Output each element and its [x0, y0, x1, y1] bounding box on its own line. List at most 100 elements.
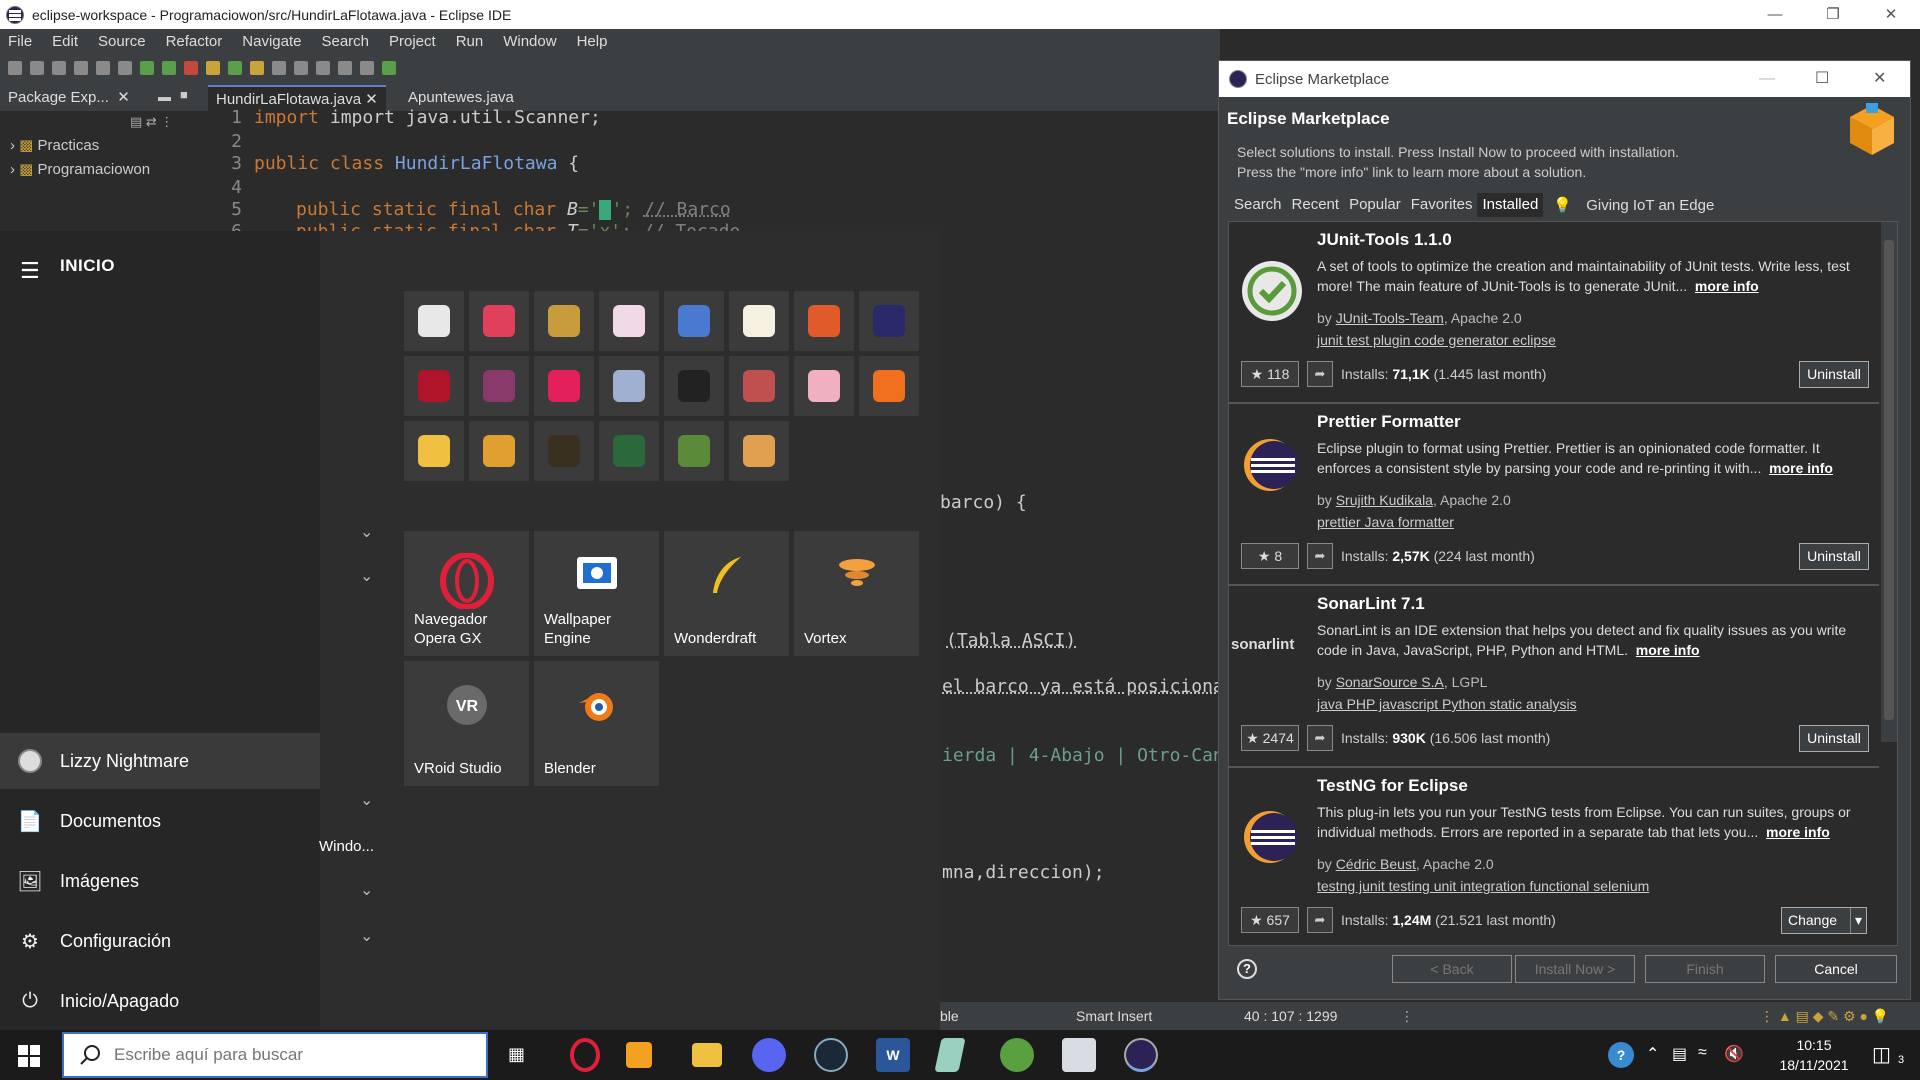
menu-search[interactable]: Search — [313, 33, 381, 50]
word-icon[interactable]: W — [876, 1038, 910, 1072]
share-icon[interactable]: ➦ — [1307, 907, 1333, 933]
run-icon[interactable] — [162, 61, 176, 75]
menu-project[interactable]: Project — [381, 33, 448, 50]
help-tray-icon[interactable]: ? — [1608, 1042, 1634, 1068]
app-tile[interactable] — [729, 421, 789, 481]
back-icon[interactable] — [338, 61, 352, 75]
uninstall-button[interactable]: Uninstall — [1799, 361, 1869, 388]
more-info-link[interactable]: more info — [1769, 460, 1833, 476]
discord-icon[interactable] — [752, 1038, 786, 1072]
windows-start-icon[interactable] — [18, 1045, 40, 1067]
app-tile[interactable] — [469, 291, 529, 351]
minimize-view-icon[interactable]: ▬ — [158, 89, 171, 104]
app-tile[interactable] — [859, 291, 919, 351]
task-view-icon[interactable]: ▦ — [508, 1044, 525, 1065]
terminal-icon[interactable] — [96, 61, 110, 75]
tab-package-explorer[interactable]: Package Exp... ✕ — [0, 85, 138, 111]
app-tile[interactable] — [729, 291, 789, 351]
status-menu-icon[interactable]: ⋮ — [1400, 1008, 1414, 1025]
share-icon[interactable]: ➦ — [1307, 361, 1333, 387]
tree-item-practicas[interactable]: › ▩ Practicas — [0, 133, 200, 157]
minimize-button[interactable]: — — [1759, 61, 1775, 97]
app-tile[interactable] — [599, 421, 659, 481]
tab-installed[interactable]: Installed — [1477, 193, 1544, 217]
save-all-icon[interactable] — [52, 61, 66, 75]
uninstall-button[interactable]: Uninstall — [1799, 543, 1869, 570]
menu-source[interactable]: Source — [90, 33, 158, 50]
tab-favorites[interactable]: Favorites — [1406, 193, 1478, 217]
volume-muted-icon[interactable]: 🔇 — [1724, 1044, 1744, 1064]
next-annotation-icon[interactable] — [294, 61, 308, 75]
plugin-tags[interactable]: java PHP javascript Python static analys… — [1317, 696, 1577, 712]
chevron-up-icon[interactable]: ⌃ — [1646, 1044, 1659, 1064]
status-tray-icons[interactable]: ⋮ ▲ ▤ ◆ ✎ ⚙ ● 💡 — [1760, 1008, 1889, 1025]
start-item-imagenes[interactable]: 🖼 Imágenes — [0, 853, 320, 909]
install-now-button[interactable]: Install Now > — [1515, 955, 1635, 983]
chevron-down-icon[interactable]: ⌄ — [360, 522, 373, 542]
share-icon[interactable]: ➦ — [1307, 543, 1333, 569]
new-java-project-icon[interactable] — [206, 61, 220, 75]
favorite-button[interactable]: ★ 2474 — [1241, 725, 1299, 751]
menu-help[interactable]: Help — [569, 33, 620, 50]
debug-icon[interactable] — [140, 61, 154, 75]
save-icon[interactable] — [30, 61, 44, 75]
restore-button[interactable]: ❐ — [1804, 0, 1862, 29]
app-tile[interactable] — [534, 291, 594, 351]
dropdown-arrow-icon[interactable]: ▾ — [1850, 908, 1866, 933]
file-explorer-icon[interactable] — [692, 1043, 722, 1067]
favorite-button[interactable]: ★ 657 — [1241, 907, 1299, 933]
share-icon[interactable]: ➦ — [1307, 725, 1333, 751]
results-scrollbar[interactable] — [1881, 222, 1897, 742]
plugin-tags[interactable]: testng junit testing unit integration fu… — [1317, 878, 1649, 894]
uninstall-button[interactable]: Uninstall — [1799, 725, 1869, 752]
menu-edit[interactable]: Edit — [44, 33, 90, 50]
notepad-icon[interactable] — [934, 1038, 966, 1072]
new-icon[interactable] — [8, 61, 22, 75]
menu-refactor[interactable]: Refactor — [158, 33, 235, 50]
app-tile[interactable] — [859, 356, 919, 416]
clock[interactable]: 10:15 18/11/2021 — [1764, 1035, 1864, 1075]
back-button[interactable]: < Back — [1392, 955, 1512, 983]
more-info-link[interactable]: more info — [1695, 278, 1759, 294]
app-tile[interactable] — [404, 421, 464, 481]
tab-giving-iot[interactable]: 💡 Giving IoT an Edge — [1543, 193, 1724, 217]
steam-icon[interactable] — [814, 1038, 848, 1072]
search-input[interactable] — [114, 1045, 454, 1065]
app-tile[interactable] — [404, 291, 464, 351]
change-button[interactable]: Change ▾ — [1781, 907, 1867, 934]
search-icon[interactable] — [272, 61, 286, 75]
menu-run[interactable]: Run — [448, 33, 496, 50]
app-tile[interactable] — [534, 356, 594, 416]
plugin-tags[interactable]: junit test plugin code generator eclipse — [1317, 332, 1556, 348]
eclipse-taskbar-icon[interactable] — [1124, 1038, 1158, 1072]
network-icon[interactable]: ▤ — [1672, 1044, 1687, 1064]
start-item-documentos[interactable]: 📄 Documentos — [0, 793, 320, 849]
package-explorer-toolbar[interactable]: ▤ ⇄ ⋮ — [0, 111, 200, 133]
menu-file[interactable]: File — [0, 33, 44, 50]
tile-vroid-studio[interactable]: VR VRoid Studio — [404, 661, 529, 786]
app-tile[interactable] — [794, 356, 854, 416]
hamburger-menu-icon[interactable]: ☰ — [20, 258, 40, 284]
favorite-button[interactable]: ★ 118 — [1241, 361, 1299, 387]
chevron-down-icon[interactable]: ⌄ — [360, 790, 373, 810]
favorite-button[interactable]: ★ 8 — [1241, 543, 1299, 569]
tile-blender[interactable]: Blender — [534, 661, 659, 786]
open-type-icon[interactable] — [250, 61, 264, 75]
finish-button[interactable]: Finish — [1645, 955, 1765, 983]
tile-wonderdraft[interactable]: Wonderdraft — [664, 531, 789, 656]
cancel-button[interactable]: Cancel — [1775, 955, 1897, 983]
tile-vortex[interactable]: Vortex — [794, 531, 919, 656]
marketplace-toolbar-icon[interactable] — [382, 61, 396, 75]
app-tile[interactable] — [599, 291, 659, 351]
prev-annotation-icon[interactable] — [316, 61, 330, 75]
forward-icon[interactable] — [360, 61, 374, 75]
close-button[interactable]: ✕ — [1873, 61, 1886, 97]
tree-item-programaciowon[interactable]: › ▩ Programaciowon — [0, 157, 200, 181]
chevron-down-icon[interactable]: ⌄ — [360, 566, 373, 586]
start-user-account[interactable]: Lizzy Nightmare — [0, 733, 320, 789]
app-tile[interactable] — [729, 356, 789, 416]
new-package-icon[interactable] — [228, 61, 242, 75]
app-tile[interactable] — [404, 356, 464, 416]
tab-recent[interactable]: Recent — [1287, 193, 1345, 217]
tile-wallpaper-engine[interactable]: Wallpaper Engine — [534, 531, 659, 656]
